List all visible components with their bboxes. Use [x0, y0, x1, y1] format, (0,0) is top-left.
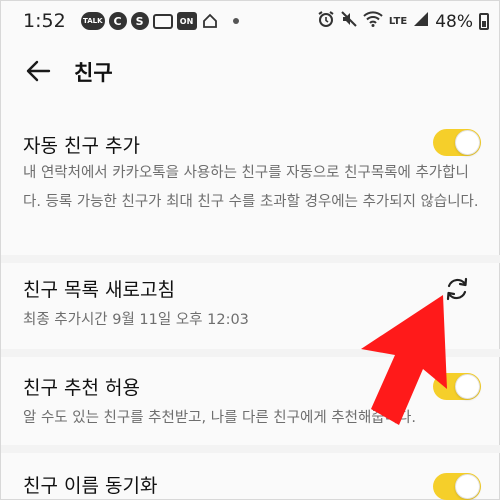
more-notifications-dot: [232, 18, 239, 24]
section-divider: [1, 445, 500, 453]
auto-add-friends-toggle[interactable]: [433, 129, 481, 156]
mute-icon: [341, 10, 357, 33]
setting-sync-friend-names[interactable]: 친구 이름 동기화: [1, 455, 500, 500]
home-notification-icon: [201, 12, 219, 30]
section-divider: [1, 255, 500, 263]
last-updated-text: 최종 추가시간 9월 11일 오후 12:03: [23, 312, 249, 328]
setting-title: 친구 목록 새로고침: [23, 279, 175, 301]
app-header: 친구: [1, 41, 500, 101]
system-icons: LTE 48%: [317, 10, 489, 33]
setting-description: 내 연락처에서 카카오톡을 사용하는 친구를 자동으로 친구목록에 추가합니다.…: [23, 165, 479, 210]
refresh-icon[interactable]: [443, 275, 471, 303]
setting-allow-recommendations[interactable]: 친구 추천 허용 알 수도 있는 친구를 추천받고, 나를 다른 친구에게 추천…: [1, 359, 500, 443]
setting-description: 알 수도 있는 친구를 추천받고, 나를 다른 친구에게 추천해줍니다.: [23, 410, 416, 426]
battery-percentage: 48%: [435, 11, 473, 32]
page-title: 친구: [74, 61, 113, 85]
signal-icon: [413, 11, 429, 32]
setting-title: 친구 추천 허용: [23, 377, 140, 399]
alarm-icon: [317, 10, 335, 33]
allow-recommendations-toggle[interactable]: [433, 373, 481, 400]
wifi-icon: [363, 11, 383, 32]
screen: 1:52 TALK C S ON LTE 48% 친구 자동 친구 추가 내 연…: [0, 0, 500, 500]
status-time: 1:52: [23, 10, 66, 32]
back-arrow-icon[interactable]: [25, 59, 51, 83]
sync-friend-names-toggle[interactable]: [433, 473, 481, 500]
notification-icons: TALK C S ON: [81, 12, 239, 30]
toggle-knob: [455, 130, 480, 155]
setting-title: 친구 이름 동기화: [23, 475, 158, 497]
lte-indicator: LTE: [388, 16, 408, 27]
toggle-knob: [455, 474, 480, 499]
toggle-knob: [455, 374, 480, 399]
kakaotalk-notification-icon: TALK: [81, 12, 105, 30]
on-app-notification-icon: ON: [176, 12, 197, 30]
setting-auto-add-friends[interactable]: 자동 친구 추가 내 연락처에서 카카오톡을 사용하는 친구를 자동으로 친구목…: [1, 119, 500, 251]
card-notification-icon: [152, 13, 173, 29]
battery-icon: [479, 13, 489, 30]
status-bar: 1:52 TALK C S ON LTE 48%: [1, 1, 500, 41]
section-divider: [1, 349, 500, 357]
c-app-notification-icon: C: [108, 12, 127, 30]
setting-refresh-friend-list[interactable]: 친구 목록 새로고침 최종 추가시간 9월 11일 오후 12:03: [1, 263, 500, 345]
s-app-notification-icon: S: [130, 12, 149, 30]
setting-title: 자동 친구 추가: [23, 135, 140, 157]
